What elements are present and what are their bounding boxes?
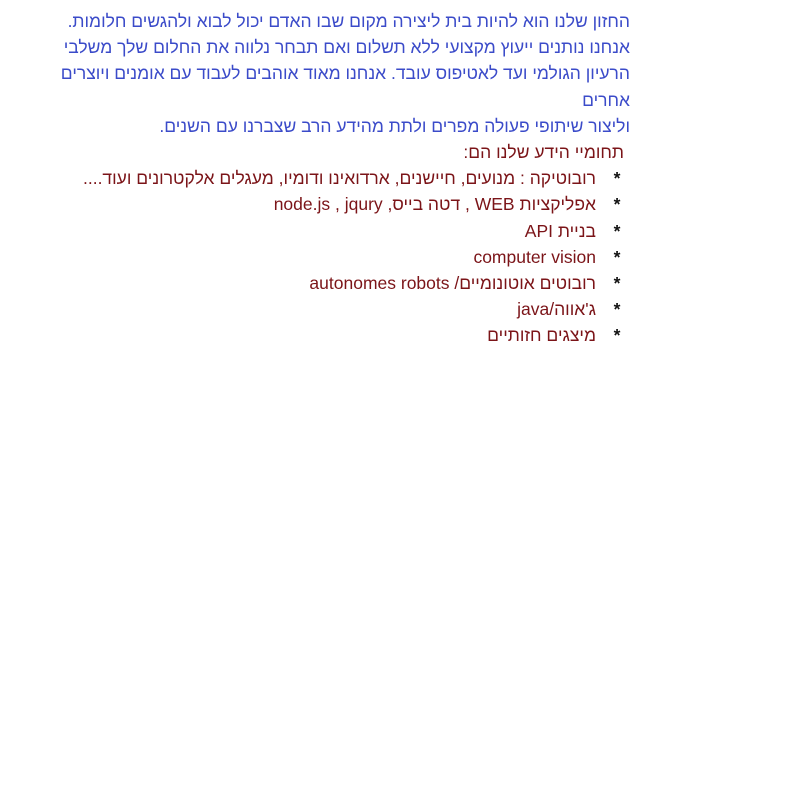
bullet-icon: * <box>613 220 621 241</box>
bullet-icon: * <box>613 273 621 294</box>
intro-line: החזון שלנו הוא להיות בית ליצירה מקום שבו… <box>67 11 630 31</box>
list-item-text: computer vision <box>473 246 596 267</box>
knowledge-list: * רובוטיקה : מנועים, חיישנים, ארדואינו ו… <box>30 165 630 348</box>
list-item: * אפליקציות WEB , דטה בייס, node.js , jq… <box>30 191 630 217</box>
bullet-icon: * <box>613 168 621 189</box>
list-item: * ג'אווה/java <box>30 296 630 322</box>
bullet-icon: * <box>613 246 621 267</box>
list-item-text: מיצגים חזותיים <box>487 325 596 346</box>
knowledge-heading: תחומיי הידע שלנו הם: <box>463 142 624 163</box>
list-item: * רובוטיקה : מנועים, חיישנים, ארדואינו ו… <box>30 165 630 191</box>
bullet-icon: * <box>613 325 621 346</box>
list-item-text: אפליקציות WEB , דטה בייס, node.js , jqur… <box>273 194 596 215</box>
intro-paragraph: החזון שלנו הוא להיות בית ליצירה מקום שבו… <box>30 8 630 139</box>
bullet-icon: * <box>613 194 621 215</box>
list-item: * מיצגים חזותיים <box>30 322 630 348</box>
list-item: * computer vision <box>30 244 630 270</box>
list-item: * בניית API <box>30 218 630 244</box>
list-item-text: בניית API <box>524 220 596 241</box>
bullet-icon: * <box>613 299 621 320</box>
intro-line: אחרים <box>582 89 630 110</box>
intro-line: אנחנו נותנים ייעוץ מקצועי ללא תשלום ואם … <box>63 37 630 58</box>
list-item-text: רובוטיקה : מנועים, חיישנים, ארדואינו ודו… <box>82 168 596 189</box>
list-item: * רובוטים אוטונומיים/ autonomes robots <box>30 270 630 296</box>
page-content: החזון שלנו הוא להיות בית ליצירה מקום שבו… <box>30 8 630 349</box>
list-item-text: ג'אווה/java <box>517 299 596 320</box>
intro-line: הרעיון הגולמי ועד לאטיפוס עובד. אנחנו מא… <box>60 63 630 84</box>
intro-line: וליצור שיתופי פעולה מפרים ולתת מהידע הרב… <box>159 115 630 136</box>
list-item-text: רובוטים אוטונומיים/ autonomes robots <box>309 273 596 294</box>
